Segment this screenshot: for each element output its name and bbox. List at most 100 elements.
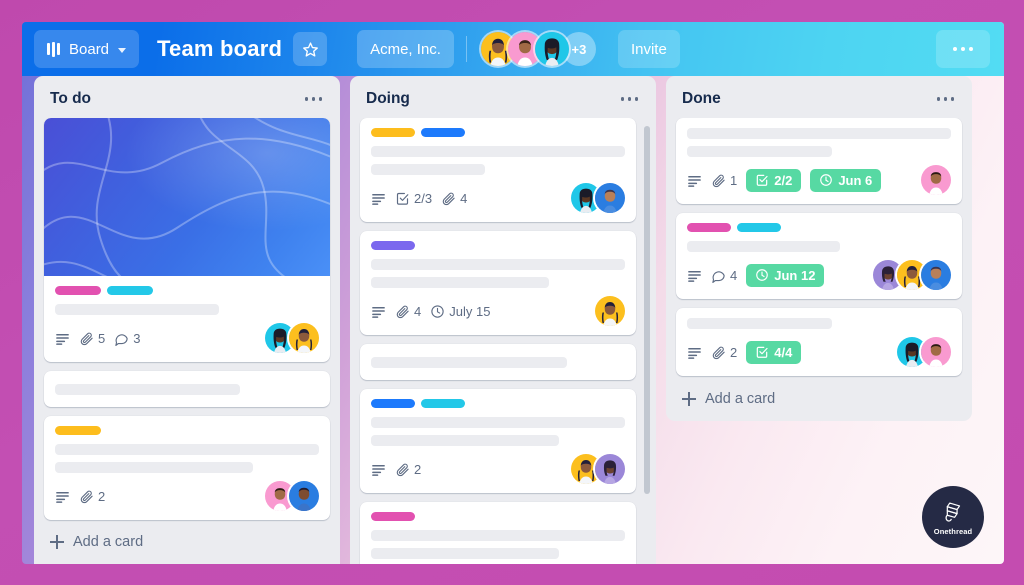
attachment-icon xyxy=(712,174,725,187)
checklist-badge-complete: 2/2 xyxy=(746,168,802,192)
checklist-icon xyxy=(756,346,768,358)
board-switcher-label: Board xyxy=(69,40,110,58)
column-menu-button[interactable] xyxy=(619,93,641,105)
card[interactable]: 2/3 4 xyxy=(360,118,636,222)
due-date-text: July 15 xyxy=(449,303,491,319)
attachment-icon xyxy=(80,490,93,503)
avatar[interactable] xyxy=(595,454,625,484)
card-text-line xyxy=(687,241,841,252)
card-label xyxy=(737,223,781,232)
avatar[interactable] xyxy=(289,323,319,353)
card-label xyxy=(371,128,415,137)
column-header: Done xyxy=(666,76,972,118)
avatar[interactable] xyxy=(921,337,951,367)
column-scrollbar[interactable] xyxy=(644,126,650,494)
column-menu-button[interactable] xyxy=(303,93,325,105)
due-date-badge-text: Jun 12 xyxy=(774,267,816,283)
column-title: To do xyxy=(50,90,92,107)
column-title: Doing xyxy=(366,90,410,107)
ellipsis-icon xyxy=(950,97,954,101)
star-icon xyxy=(302,41,318,57)
card-label xyxy=(107,286,153,295)
attachment-icon xyxy=(396,463,409,476)
card[interactable] xyxy=(44,371,330,407)
card-meta: 2 xyxy=(55,489,105,504)
card[interactable] xyxy=(360,502,636,564)
card[interactable] xyxy=(360,344,636,380)
card-footer: 2 4/4 xyxy=(687,337,951,367)
board-switcher-button[interactable]: Board xyxy=(34,30,140,68)
card[interactable]: 2 xyxy=(44,416,330,520)
column-cards: 5 3 2 xyxy=(34,118,340,524)
add-card-button-done[interactable]: Add a card xyxy=(666,381,972,421)
card-labels xyxy=(55,426,319,435)
avatar[interactable] xyxy=(534,32,569,66)
column-menu-button[interactable] xyxy=(935,93,957,105)
description-icon xyxy=(687,268,702,283)
ellipsis-icon xyxy=(936,97,940,101)
card-meta: 5 3 xyxy=(55,331,140,346)
card-label xyxy=(687,223,731,232)
avatar[interactable] xyxy=(595,296,625,326)
card[interactable]: 2 4/4 xyxy=(676,308,962,376)
avatar[interactable] xyxy=(921,260,951,290)
card-text-line xyxy=(371,357,567,368)
attachment-count-text: 4 xyxy=(414,303,422,319)
card[interactable]: 2 xyxy=(360,389,636,493)
card-meta: 2 xyxy=(371,462,421,477)
checklist-badge-text: 4/4 xyxy=(774,344,793,360)
attachment-count: 1 xyxy=(711,173,737,188)
card[interactable]: 1 2/2 Jun 6 xyxy=(676,118,962,204)
member-avatar-group[interactable]: +3 xyxy=(480,32,596,66)
ellipsis-icon xyxy=(969,47,973,51)
card-cover-image xyxy=(44,118,330,276)
onethread-logo: Onethread xyxy=(922,486,984,548)
card-labels xyxy=(371,399,625,408)
card[interactable]: 4 July 15 xyxy=(360,231,636,335)
avatar[interactable] xyxy=(289,481,319,511)
card-text-line xyxy=(55,384,240,395)
organization-button[interactable]: Acme, Inc. xyxy=(357,30,454,68)
card-footer: 4 July 15 xyxy=(371,296,625,326)
star-button[interactable] xyxy=(293,32,328,66)
attachment-count: 2 xyxy=(395,462,421,477)
plus-icon xyxy=(50,535,64,549)
column-doing: Doing 2/3 4 4 July 15 2 xyxy=(350,76,656,564)
card-label xyxy=(421,128,465,137)
card-footer: 4 Jun 12 xyxy=(687,260,951,290)
attachment-count: 2 xyxy=(711,345,737,360)
card[interactable]: 4 Jun 12 xyxy=(676,213,962,299)
card-text-line xyxy=(371,164,486,175)
checklist-count: 2/3 xyxy=(395,191,432,206)
avatar[interactable] xyxy=(921,165,951,195)
card-text-line xyxy=(55,444,319,455)
clock-icon xyxy=(820,174,833,186)
organization-label: Acme, Inc. xyxy=(370,40,441,58)
card-text-line xyxy=(55,462,253,473)
card-labels xyxy=(371,241,625,250)
card-members xyxy=(897,337,951,367)
ellipsis-icon xyxy=(304,97,308,101)
attachment-count: 4 xyxy=(441,191,467,206)
due-date-badge-complete: Jun 12 xyxy=(746,263,825,287)
add-card-button-to-do[interactable]: Add a card xyxy=(34,524,340,564)
card-footer: 5 3 xyxy=(55,323,319,353)
card-members xyxy=(265,481,319,511)
attachment-count: 4 xyxy=(395,304,421,319)
card-label xyxy=(55,286,101,295)
avatar[interactable] xyxy=(595,183,625,213)
invite-label: Invite xyxy=(630,40,667,58)
card-text-line xyxy=(687,146,833,157)
description-icon xyxy=(55,489,70,504)
card-meta: 2 4/4 xyxy=(687,340,802,364)
attachment-count-text: 1 xyxy=(730,172,738,188)
card-members xyxy=(265,323,319,353)
attachment-icon xyxy=(712,346,725,359)
invite-button[interactable]: Invite xyxy=(617,30,680,68)
card-meta: 1 2/2 Jun 6 xyxy=(687,168,882,192)
card-text-line xyxy=(371,259,625,270)
board-menu-button[interactable] xyxy=(936,30,990,68)
card-label xyxy=(371,512,415,521)
card[interactable]: 5 3 xyxy=(44,118,330,362)
card-text-line xyxy=(687,318,833,329)
